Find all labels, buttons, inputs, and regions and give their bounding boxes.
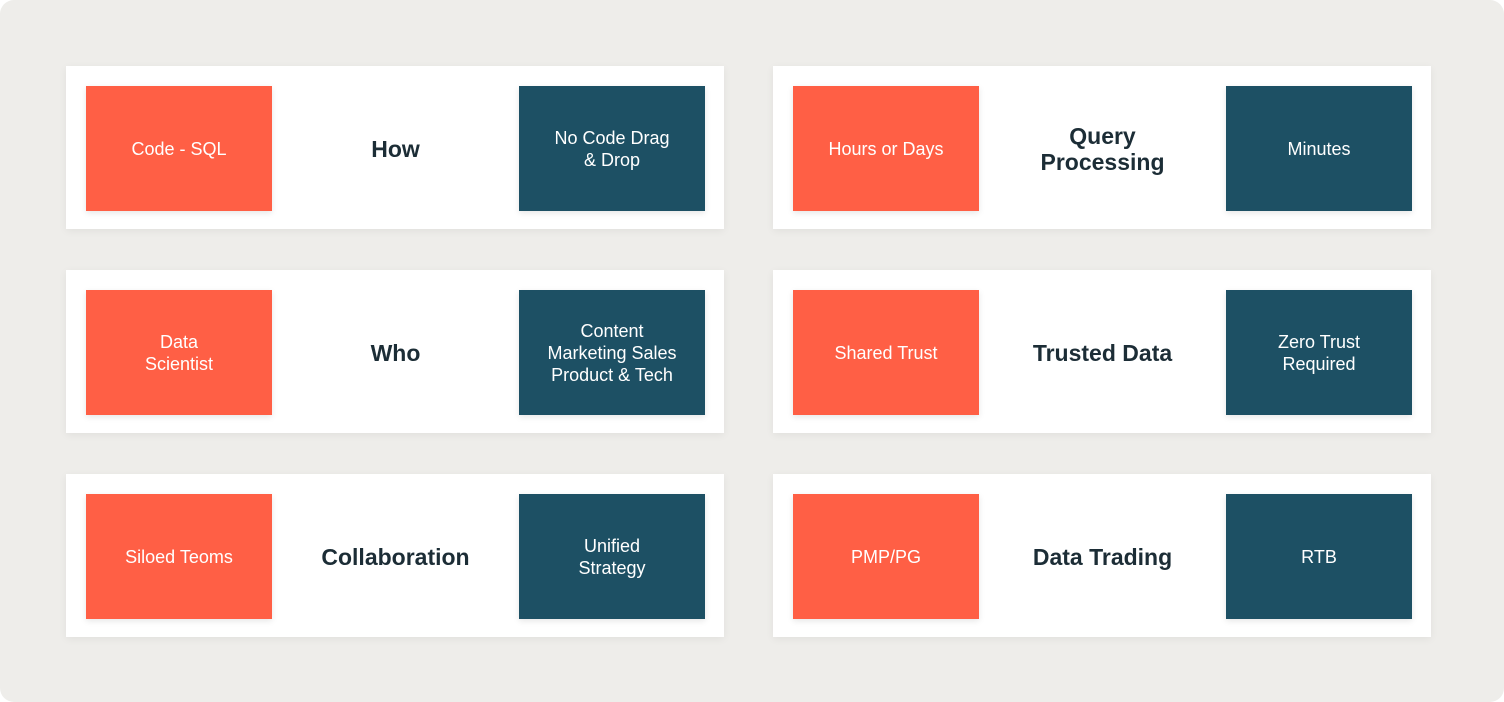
category-label: Collaboration — [321, 543, 470, 570]
new-approach-box: Content Marketing Sales Product & Tech — [519, 290, 705, 415]
comparison-card-how: Code - SQL How No Code Drag & Drop — [66, 66, 724, 229]
old-approach-box: Data Scientist — [86, 290, 272, 415]
category-label: Who — [370, 339, 421, 366]
comparison-card-query-processing: Hours or Days Query Processing Minutes — [773, 66, 1431, 229]
category-label: Trusted Data — [1032, 339, 1173, 366]
comparison-card-trusted-data: Shared Trust Trusted Data Zero Trust Req… — [773, 270, 1431, 433]
old-approach-box: Hours or Days — [793, 86, 979, 211]
old-approach-box: Shared Trust — [793, 290, 979, 415]
old-approach-box: Code - SQL — [86, 86, 272, 211]
comparison-card-who: Data Scientist Who Content Marketing Sal… — [66, 270, 724, 433]
comparison-card-data-trading: PMP/PG Data Trading RTB — [773, 474, 1431, 637]
comparison-card-collaboration: Siloed Teoms Collaboration Unified Strat… — [66, 474, 724, 637]
comparison-diagram: Code - SQL How No Code Drag & Drop Hours… — [0, 0, 1504, 702]
new-approach-box: Minutes — [1226, 86, 1412, 211]
new-approach-box: RTB — [1226, 494, 1412, 619]
old-approach-box: PMP/PG — [793, 494, 979, 619]
new-approach-box: Zero Trust Required — [1226, 290, 1412, 415]
category-label: Query Processing — [1040, 122, 1165, 175]
new-approach-box: No Code Drag & Drop — [519, 86, 705, 211]
old-approach-box: Siloed Teoms — [86, 494, 272, 619]
new-approach-box: Unified Strategy — [519, 494, 705, 619]
category-label: Data Trading — [1032, 543, 1173, 570]
category-label: How — [371, 135, 420, 162]
